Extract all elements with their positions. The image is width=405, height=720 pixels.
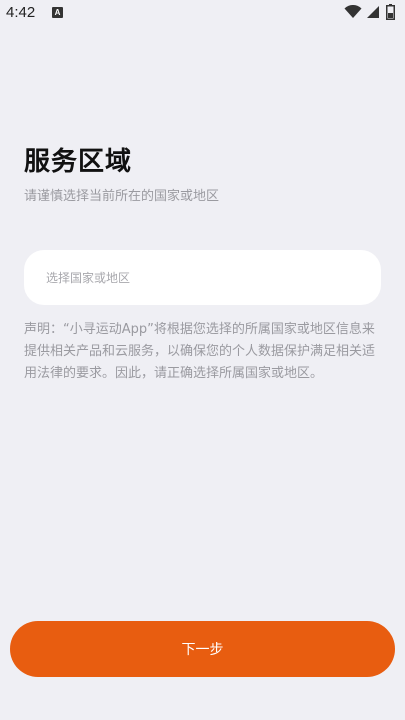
- wifi-icon: [344, 5, 362, 18]
- status-time: 4:42: [6, 4, 36, 21]
- status-bar: 4:42 A: [0, 0, 405, 28]
- region-select-placeholder: 选择国家或地区: [46, 271, 131, 285]
- battery-icon: [386, 4, 395, 20]
- keyboard-a-icon: A: [52, 7, 63, 18]
- signal-icon: [367, 6, 379, 18]
- page-subtitle: 请谨慎选择当前所在的国家或地区: [24, 189, 220, 204]
- next-button[interactable]: 下一步: [10, 621, 395, 677]
- page-title: 服务区域: [24, 147, 133, 177]
- region-select[interactable]: 选择国家或地区: [24, 250, 381, 305]
- disclaimer-text: 声明：“小寻运动App”将根据您选择的所属国家或地区信息来 提供相关产品和云服务…: [24, 322, 376, 381]
